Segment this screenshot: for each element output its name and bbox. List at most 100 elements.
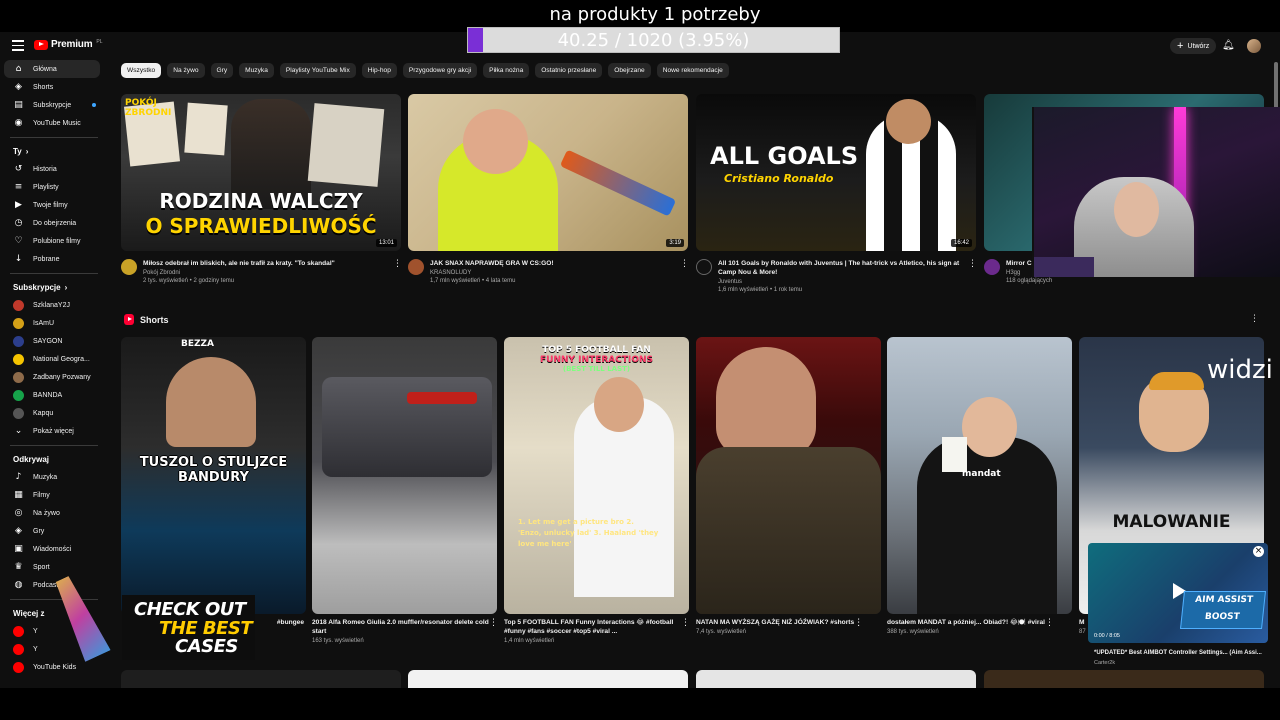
channel-avatar[interactable]	[984, 259, 1000, 275]
sidebar-item[interactable]: ♛ Sport	[0, 558, 108, 576]
menu-icon[interactable]	[12, 40, 24, 51]
sidebar-item[interactable]: ◷ Do obejrzenia	[0, 214, 108, 232]
sidebar-item[interactable]: ♪ Muzyka	[0, 468, 108, 486]
short-thumbnail[interactable]	[312, 337, 497, 614]
channel-avatar[interactable]	[121, 259, 137, 275]
video-card[interactable]: POKÓJ ZBRODNI RODZINA WALCZY O SPRAWIEDL…	[121, 94, 402, 284]
sidebar-item[interactable]: ◈ Shorts	[0, 78, 108, 96]
short-title[interactable]: dostałem MANDAT a później... Obiad?! 😂🍽️…	[887, 618, 1045, 627]
sidebar-item[interactable]: ◉ YouTube Music	[0, 114, 108, 132]
filter-chip[interactable]: Hip-hop	[361, 63, 397, 78]
sidebar-item[interactable]: SzklanaY2J	[0, 296, 108, 314]
sidebar-item[interactable]: ♡ Polubione filmy	[0, 232, 108, 250]
subscriptions-heading[interactable]: Subskrypcje ›	[0, 278, 108, 296]
sidebar-item[interactable]: ⌄ Pokaż więcej	[0, 422, 108, 440]
sidebar-item[interactable]: ▣ Wiadomości	[0, 540, 108, 558]
filter-chip[interactable]: Obejrzane	[608, 63, 651, 78]
channel-name[interactable]: Juventus	[718, 279, 962, 285]
progress-text: 40.25 / 1020 (3.95%)	[557, 30, 750, 51]
sidebar-item[interactable]: ↓ Pobrane	[0, 250, 108, 268]
logo-text: Premium	[51, 39, 93, 50]
more-vert-icon[interactable]: ⋮	[968, 259, 977, 293]
short-card[interactable]: TOP 5 FOOTBALL FAN FUNNY INTERACTIONS (B…	[504, 337, 690, 644]
video-thumbnail[interactable]	[408, 670, 688, 688]
history-icon: ↺	[14, 164, 23, 174]
short-card[interactable]: mandat dostałem MANDAT a później... Obia…	[887, 337, 1072, 635]
you-heading[interactable]: Ty ›	[0, 142, 108, 160]
video-title[interactable]: Miłosz odebrał im bliskich, ale nie traf…	[143, 259, 387, 268]
short-title[interactable]: Top 5 FOOTBALL FAN Funny Interactions 😂 …	[504, 618, 681, 636]
filter-chip[interactable]: Wszystko	[121, 63, 162, 78]
sidebar-item[interactable]: ◎ Na żywo	[0, 504, 108, 522]
sidebar-item-label: Shorts	[33, 83, 54, 91]
download-icon: ↓	[14, 254, 23, 264]
sidebar-item[interactable]: ↺ Historia	[0, 160, 108, 178]
sidebar-item[interactable]: Kapqu	[0, 404, 108, 422]
mini-player-time: 0:00 / 8:05	[1094, 633, 1120, 639]
sidebar-item[interactable]: BANNDA	[0, 386, 108, 404]
sidebar-item[interactable]: Zadbany Pozwany	[0, 368, 108, 386]
short-thumbnail[interactable]: mandat	[887, 337, 1072, 614]
more-vert-icon[interactable]: ⋮	[393, 259, 402, 284]
sidebar-item[interactable]: ◈ Gry	[0, 522, 108, 540]
video-title[interactable]: JAK SNAX NAPRAWDĘ GRA W CS:GO!	[430, 259, 674, 268]
photo-frame	[184, 102, 228, 156]
filter-chip[interactable]: Muzyka	[239, 63, 274, 78]
sidebar-item[interactable]: ⌂ Główna	[4, 60, 100, 78]
video-thumbnail[interactable]	[696, 670, 976, 688]
video-title[interactable]: All 101 Goals by Ronaldo with Juventus |…	[718, 259, 962, 277]
short-title[interactable]: 2018 Alfa Romeo Giulia 2.0 muffler/reson…	[312, 618, 489, 636]
short-card[interactable]: 2018 Alfa Romeo Giulia 2.0 muffler/reson…	[312, 337, 498, 644]
youtube-logo[interactable]: Premium PL	[34, 39, 103, 50]
sidebar-item[interactable]: SAYGON	[0, 332, 108, 350]
mini-player[interactable]: × AIM ASSIST BOOST 0:00 / 8:05	[1088, 543, 1268, 643]
account-avatar[interactable]	[1247, 39, 1261, 53]
filter-chip[interactable]: Nowe rekomendacje	[656, 63, 729, 78]
short-thumbnail[interactable]: BEZZA TUSZOL O STULJZCE BANDURY	[121, 337, 306, 614]
short-card[interactable]: NATAN MA WYŻSZĄ GAŻĘ NIŻ JÓŹWIAK? #short…	[696, 337, 881, 635]
video-thumbnail[interactable]	[121, 670, 401, 688]
short-title[interactable]: M	[1079, 618, 1086, 627]
sidebar-item[interactable]: ▤ Subskrypcje	[0, 96, 108, 114]
video-stats: 2 tys. wyświetleń • 2 godziny temu	[143, 278, 235, 284]
sidebar-item-label: Zadbany Pozwany	[33, 373, 91, 381]
scrollbar[interactable]	[1274, 62, 1278, 112]
create-button[interactable]: + Utwórz	[1170, 38, 1217, 54]
close-icon[interactable]: ×	[1253, 546, 1264, 557]
filter-chip[interactable]: Playlisty YouTube Mix	[279, 63, 356, 78]
video-card[interactable]: ALL GOALS Cristiano Ronaldo 16:42 All 10…	[696, 94, 977, 293]
more-vert-icon[interactable]: ⋮	[681, 618, 690, 644]
mini-player-title[interactable]: *UPDATED* Best AIMBOT Controller Setting…	[1094, 650, 1264, 656]
filter-chip[interactable]: Na żywo	[167, 63, 205, 78]
sidebar-item[interactable]: IsAmU	[0, 314, 108, 332]
filter-chip[interactable]: Gry	[210, 63, 234, 78]
video-card[interactable]: 3:19 JAK SNAX NAPRAWDĘ GRA W CS:GO! KRAS…	[408, 94, 689, 284]
short-thumbnail[interactable]	[696, 337, 881, 614]
short-title[interactable]: NATAN MA WYŻSZĄ GAŻĘ NIŻ JÓŹWIAK? #short…	[696, 618, 854, 627]
channel-avatar[interactable]	[408, 259, 424, 275]
sidebar-item[interactable]: ▶ Twoje filmy	[0, 196, 108, 214]
filter-chip[interactable]: Ostatnio przesłane	[535, 63, 603, 78]
more-vert-icon[interactable]: ⋮	[1250, 314, 1259, 324]
mini-player-channel[interactable]: Carter2k	[1094, 660, 1115, 666]
more-vert-icon[interactable]: ⋮	[680, 259, 689, 284]
channel-name[interactable]: Pokój Zbrodni	[143, 270, 387, 276]
channel-name[interactable]: KRASNOLUDY	[430, 270, 674, 276]
sidebar-item[interactable]: ≡ Playlisty	[0, 178, 108, 196]
more-vert-icon[interactable]: ⋮	[489, 618, 498, 644]
video-thumbnail[interactable]: 3:19	[408, 94, 688, 251]
sidebar-item[interactable]: ▦ Filmy	[0, 486, 108, 504]
video-thumbnail[interactable]	[984, 670, 1264, 688]
video-thumbnail[interactable]: ALL GOALS Cristiano Ronaldo 16:42	[696, 94, 976, 251]
filter-chip[interactable]: Przygodowe gry akcji	[402, 63, 478, 78]
video-thumbnail[interactable]: POKÓJ ZBRODNI RODZINA WALCZY O SPRAWIEDL…	[121, 94, 401, 251]
more-vert-icon[interactable]: ⋮	[1045, 618, 1054, 635]
sidebar-item-label: Filmy	[33, 491, 50, 499]
channel-avatar[interactable]	[696, 259, 712, 275]
sidebar-item[interactable]: National Geogra...	[0, 350, 108, 368]
more-vert-icon[interactable]: ⋮	[854, 618, 863, 635]
short-thumbnail[interactable]: TOP 5 FOOTBALL FAN FUNNY INTERACTIONS (B…	[504, 337, 689, 614]
bell-icon[interactable]: 🔔︎	[1222, 40, 1235, 51]
sidebar-item[interactable]: YouTube Kids	[0, 658, 108, 676]
filter-chip[interactable]: Piłka nożna	[483, 63, 530, 78]
